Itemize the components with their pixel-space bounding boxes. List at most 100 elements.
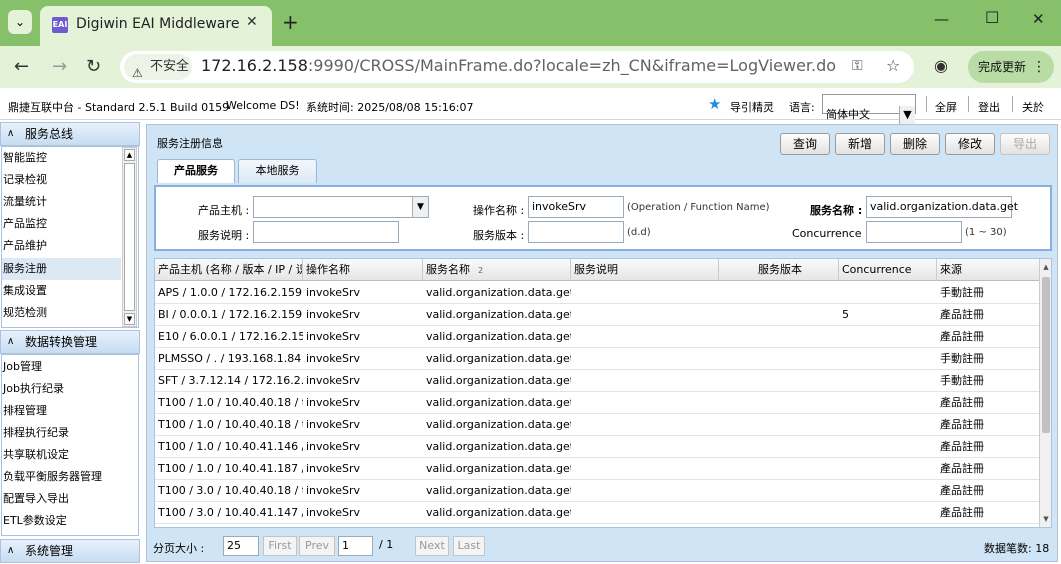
- profile-icon[interactable]: ◉: [934, 56, 948, 75]
- section-header-data-transform[interactable]: ∧ 数据转换管理: [0, 330, 140, 354]
- sidebar-item-product-maintain[interactable]: 产品维护: [3, 235, 47, 257]
- service-name-input[interactable]: valid.organization.data.get: [866, 196, 1018, 218]
- language-select[interactable]: 简体中文 ▼: [822, 94, 916, 124]
- table-row[interactable]: PLMSSO / . / 193.168.1.84 / (invokeSrv va…: [155, 348, 1039, 370]
- sidebar-item-smart-monitor[interactable]: 智能监控: [3, 147, 47, 169]
- cell-service-version: [719, 414, 839, 436]
- prev-page-button[interactable]: Prev: [299, 536, 335, 556]
- scroll-down-icon[interactable]: ▼: [1041, 513, 1051, 525]
- section-title: 数据转换管理: [25, 335, 98, 349]
- service-register-panel: 服务注册信息 查询 新增 删除 修改 导出 产品服务 本地服务 产品主机 : ▼…: [146, 124, 1058, 562]
- table-row[interactable]: T100 / 1.0 / 10.40.41.146 / toinvokeSrv v…: [155, 436, 1039, 458]
- cell-operation-name: invokeSrv: [306, 374, 361, 387]
- minimize-icon[interactable]: —: [934, 10, 949, 28]
- scroll-up-icon[interactable]: ▲: [124, 149, 135, 161]
- about-link[interactable]: 关於: [1022, 99, 1044, 115]
- sidebar-item-schedule[interactable]: 排程管理: [3, 400, 47, 422]
- cell-service-desc: [571, 502, 719, 524]
- sidebar-item-job-manage[interactable]: Job管理: [3, 356, 42, 378]
- sidebar-item-job-log[interactable]: Job执行纪录: [3, 378, 64, 400]
- cell-concurrence: [839, 348, 937, 370]
- concurrence-input[interactable]: [866, 221, 962, 243]
- sidebar-item-log-view[interactable]: 记录检视: [3, 169, 47, 191]
- service-version-input[interactable]: [528, 221, 624, 243]
- table-row[interactable]: E10 / 6.0.0.1 / 172.16.2.152 / .invokeSr…: [155, 326, 1039, 348]
- service-desc-input[interactable]: [253, 221, 399, 243]
- table-row[interactable]: T100 / 3.0 / 10.40.40.18 / t30tinvokeSrv…: [155, 480, 1039, 502]
- page-size-input[interactable]: 25: [223, 536, 259, 556]
- cell-service-desc: [571, 282, 719, 304]
- table-row[interactable]: T100 / 1.0 / 10.40.40.18 / t10tinvokeSrv…: [155, 414, 1039, 436]
- delete-button[interactable]: 删除: [890, 133, 940, 155]
- sidebar-item-product-monitor[interactable]: 产品监控: [3, 213, 47, 235]
- back-icon[interactable]: ←: [14, 56, 29, 77]
- scroll-down-icon[interactable]: ▼: [124, 313, 135, 325]
- section-header-system[interactable]: ∧ 系统管理: [0, 539, 140, 563]
- tab-search-button[interactable]: ⌄: [8, 10, 32, 34]
- cell-concurrence: [839, 502, 937, 524]
- cell-service-desc: [571, 370, 719, 392]
- add-button[interactable]: 新增: [835, 133, 885, 155]
- sidebar-item-integration[interactable]: 集成设置: [3, 280, 47, 302]
- cell-service-name: valid.organization.data.get: [426, 352, 571, 365]
- last-page-button[interactable]: Last: [453, 536, 485, 556]
- sidebar-scrollbar[interactable]: ▲ ▼: [122, 147, 137, 327]
- tab-local-service[interactable]: 本地服务: [238, 159, 317, 183]
- sidebar-item-traffic-stats[interactable]: 流量统计: [3, 191, 47, 213]
- bookmark-star-icon[interactable]: ☆: [886, 56, 900, 75]
- key-icon[interactable]: ⚿: [852, 58, 863, 74]
- operation-name-input[interactable]: invokeSrv: [528, 196, 624, 218]
- col-source[interactable]: 來源: [937, 259, 1039, 281]
- table-row[interactable]: T100 / 1.0 / 10.40.41.187 / toinvokeSrv v…: [155, 458, 1039, 480]
- sidebar-item-etl-params[interactable]: ETL参数设定: [3, 510, 67, 532]
- page-number-input[interactable]: 1: [338, 536, 373, 556]
- new-tab-button[interactable]: +: [282, 10, 299, 34]
- section-header-service-bus[interactable]: ∧ 服务总线: [0, 122, 140, 146]
- col-service-name[interactable]: 服务名称 2: [423, 259, 571, 281]
- first-page-button[interactable]: First: [263, 536, 297, 556]
- url-text[interactable]: 172.16.2.158:9990/CROSS/MainFrame.do?loc…: [201, 56, 836, 75]
- close-tab-icon[interactable]: ✕: [246, 14, 258, 30]
- table-row[interactable]: BI / 0.0.0.1 / 172.16.2.159 / . invokeSrv…: [155, 304, 1039, 326]
- cell-operation-name: invokeSrv: [306, 506, 361, 519]
- sidebar: ∧ 服务总线 智能监控 记录检视 流量统计 产品监控 产品维护 服务注册 集成设置…: [0, 120, 140, 564]
- forward-icon[interactable]: →: [52, 56, 67, 77]
- table-scrollbar[interactable]: ▲ ▼: [1039, 259, 1051, 527]
- sidebar-item-config-io[interactable]: 配置导入导出: [3, 488, 69, 510]
- service-desc-label: 服务说明 :: [198, 229, 250, 242]
- scroll-thumb[interactable]: [1042, 277, 1050, 433]
- table-row[interactable]: SFT / 3.7.12.14 / 172.16.2.15 invokeSrv va…: [155, 370, 1039, 392]
- scroll-up-icon[interactable]: ▲: [1041, 261, 1051, 273]
- sidebar-item-schedule-log[interactable]: 排程执行纪录: [3, 422, 69, 444]
- table-row[interactable]: APS / 1.0.0 / 172.16.2.159 / . invokeSrv v…: [155, 282, 1039, 304]
- logout-link[interactable]: 登出: [978, 99, 1000, 115]
- fullscreen-link[interactable]: 全屏: [935, 99, 957, 115]
- sidebar-item-load-balance[interactable]: 负载平衡服务器管理: [3, 466, 102, 488]
- reload-icon[interactable]: ↻: [86, 56, 101, 77]
- maximize-icon[interactable]: ☐: [985, 8, 999, 27]
- scroll-thumb[interactable]: [124, 163, 135, 311]
- sidebar-item-shared-connection[interactable]: 共享联机设定: [3, 444, 69, 466]
- cell-source: 產品註冊: [940, 506, 984, 519]
- col-concurrence[interactable]: Concurrence: [839, 259, 937, 281]
- update-button[interactable]: 完成更新 ⋮: [968, 51, 1054, 83]
- url-bar[interactable]: ⚠ 不安全 172.16.2.158:9990/CROSS/MainFrame.…: [120, 51, 914, 83]
- export-button[interactable]: 导出: [1000, 133, 1050, 155]
- col-product-host[interactable]: 产品主机 (名称 / 版本 / IP / 识: [155, 259, 303, 281]
- security-indicator[interactable]: ⚠ 不安全: [124, 54, 192, 80]
- edit-button[interactable]: 修改: [945, 133, 995, 155]
- close-window-icon[interactable]: ✕: [1032, 10, 1045, 28]
- col-operation-name[interactable]: 操作名称: [303, 259, 423, 281]
- tab-product-service[interactable]: 产品服务: [157, 159, 235, 183]
- table-row[interactable]: T100 / 1.0 / 10.40.40.18 / t10invokeSrv v…: [155, 392, 1039, 414]
- sidebar-item-service-register[interactable]: 服务注册: [3, 258, 47, 280]
- query-button[interactable]: 查询: [780, 133, 830, 155]
- table-row[interactable]: T100 / 3.0 / 10.40.41.147 / toinvokeSrv v…: [155, 502, 1039, 524]
- next-page-button[interactable]: Next: [415, 536, 449, 556]
- col-service-version[interactable]: 服务版本: [719, 259, 839, 281]
- browser-tab[interactable]: EAI Digiwin EAI Middleware ✕: [40, 6, 272, 46]
- sidebar-item-spec-check[interactable]: 规范检测: [3, 302, 47, 324]
- col-service-desc[interactable]: 服务说明: [571, 259, 719, 281]
- guide-link[interactable]: 导引精灵: [730, 99, 774, 115]
- product-host-select[interactable]: ▼: [253, 196, 429, 218]
